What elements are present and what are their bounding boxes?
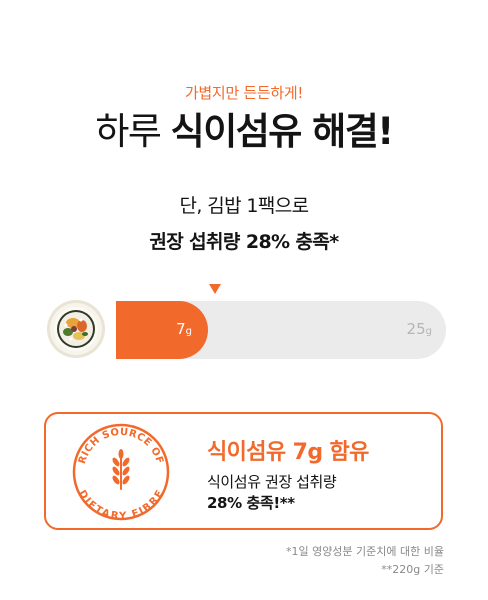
card-line-1: 식이섬유 권장 섭취량 (207, 473, 337, 491)
progress-max-label: 25g (406, 320, 432, 338)
headline: 하루 식이섬유 해결! (0, 106, 488, 158)
progress-value-label: 7g (176, 320, 192, 338)
card-line-2: 28% 충족!** (207, 494, 295, 512)
fiber-progress-fill: 7g (116, 301, 208, 359)
fiber-progress-bar: 7g 25g (116, 301, 446, 359)
subtitle-line-1: 단, 김밥 1팩으로 (179, 195, 309, 217)
footnote-1: *1일 영양성분 기준치에 대한 비율 (285, 545, 444, 558)
wheat-icon (112, 449, 130, 490)
card-title: 식이섬유 7g 함유 (207, 440, 369, 465)
gimbap-image (47, 300, 105, 358)
headline-light: 하루 (95, 110, 171, 153)
rich-fibre-badge: RICH SOURCE OF DIETARY FIBRE (72, 423, 170, 522)
subtitle-line-2: 권장 섭취량 28% 충족* (149, 231, 339, 253)
tagline: 가볍지만 든든하게! (184, 84, 304, 102)
progress-marker-icon (209, 284, 221, 294)
headline-bold: 식이섬유 해결! (170, 110, 395, 153)
footnote-2: **220g 기준 (381, 563, 444, 576)
